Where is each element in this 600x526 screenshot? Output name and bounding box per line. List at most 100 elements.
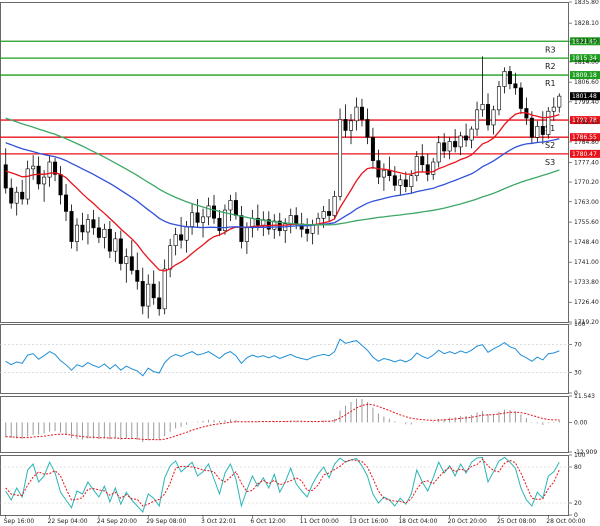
candle-body <box>354 106 359 122</box>
candle-body <box>387 169 392 177</box>
candle-body <box>42 176 47 185</box>
level-value-r1: 1809.18 <box>572 72 597 79</box>
rsi-frame <box>0 324 569 394</box>
candle-body <box>294 215 299 225</box>
trading-chart: R31821.49R21815.34R11809.18S11792.78S217… <box>0 0 600 525</box>
candle-body <box>25 168 30 200</box>
candle-body <box>453 141 458 148</box>
time-axis: Sep 16:00 22 Sep 04:00 24 Sep 20:00 29 Sep … <box>4 515 586 525</box>
pivot-levels: R31821.49R21815.34R11809.18S11792.78S217… <box>0 37 600 167</box>
price-tick-label: 1770.20 <box>574 179 599 186</box>
candle-body <box>458 135 463 148</box>
level-name-r1: R1 <box>545 79 556 88</box>
price-tick-label: 1763.00 <box>574 199 599 206</box>
candle-body <box>135 270 140 282</box>
stochastic-tick-label: 80 <box>574 464 582 471</box>
candle-body <box>507 71 512 85</box>
candle-body <box>80 224 85 233</box>
time-tick-label: 28 Oct 00:00 <box>546 518 585 525</box>
candle-body <box>502 71 507 87</box>
price-tick-label: 1755.60 <box>574 219 599 226</box>
level-name-s3: S3 <box>545 158 555 167</box>
candle-body <box>425 164 430 175</box>
candle-body <box>349 120 354 131</box>
main-panel: R31821.49R21815.34R11809.18S11792.78S217… <box>0 0 600 326</box>
candle-body <box>551 106 556 112</box>
main-frame <box>0 2 569 323</box>
candle-body <box>36 165 41 185</box>
time-tick-label: 6 Oct 12:00 <box>250 518 285 525</box>
price-tick-label: 1726.40 <box>574 299 599 306</box>
level-name-s2: S2 <box>545 141 555 150</box>
time-tick-label: 25 Oct 08:00 <box>497 518 536 525</box>
candle-body <box>436 142 441 163</box>
candle-body <box>431 161 436 175</box>
candle-body <box>217 217 222 231</box>
moving-averages <box>5 111 560 272</box>
rsi-tick-label: 70 <box>574 342 582 349</box>
candle-body <box>69 211 74 242</box>
price-tick-label: 1784.80 <box>574 139 599 146</box>
candle-body <box>58 174 63 196</box>
candle-body <box>332 196 337 216</box>
candle-body <box>102 228 107 238</box>
candle-body <box>206 205 211 218</box>
candle-body <box>513 83 518 89</box>
hist-frame <box>0 396 569 453</box>
candle-body <box>85 219 90 233</box>
oscillator-tick-label: 0.00 <box>574 419 588 426</box>
candle-body <box>496 86 501 111</box>
time-tick-label: 24 Sep 20:00 <box>97 518 137 525</box>
candle-body <box>228 200 233 211</box>
candle-body <box>480 104 485 111</box>
candle-body <box>475 109 480 130</box>
panel-frames <box>0 2 569 516</box>
candle-body <box>47 161 52 178</box>
candle-body <box>201 216 206 223</box>
moving-average-2 <box>5 138 560 229</box>
level-name-r2: R2 <box>545 62 556 71</box>
candle-body <box>409 175 414 187</box>
candle-body <box>239 215 244 242</box>
candle-body <box>338 119 343 197</box>
time-tick-label: 29 Sep 08:00 <box>146 518 186 525</box>
candle-body <box>129 256 134 271</box>
moving-average-1 <box>5 111 560 272</box>
price-tick-label: 1777.40 <box>574 159 599 166</box>
candle-body <box>140 281 145 307</box>
candle-body <box>9 187 14 204</box>
time-tick-label: 22 Sep 04:00 <box>48 518 88 525</box>
level-name-r3: R3 <box>545 45 556 54</box>
candle-body <box>173 234 178 247</box>
price-axis: 1835.801828.101821.501814.001806.601799.… <box>569 0 600 326</box>
price-tick-label: 1814.00 <box>574 59 599 66</box>
candle-body <box>370 137 375 161</box>
last-price-value: 1801.48 <box>572 93 597 100</box>
price-tick-label: 1835.80 <box>574 0 599 6</box>
rsi-tick-label: 30 <box>574 369 582 376</box>
candle-body <box>327 211 332 216</box>
candle-body <box>179 234 184 241</box>
oscillator-panel: 11.5430.00-12.909 <box>5 393 597 456</box>
signal-line <box>5 403 560 441</box>
candle-body <box>546 110 551 135</box>
candle-body <box>381 169 386 178</box>
candle-body <box>392 175 397 186</box>
candle-body <box>168 245 173 270</box>
candlestick-series <box>3 56 562 319</box>
candle-body <box>20 191 25 200</box>
candle-body <box>557 95 562 108</box>
price-tick-label: 1741.00 <box>574 259 599 266</box>
candle-body <box>118 238 123 264</box>
candle-body <box>310 224 315 234</box>
time-tick-label: 20 Oct 20:00 <box>448 518 487 525</box>
candle-body <box>442 142 447 152</box>
candle-body <box>447 141 452 152</box>
time-tick-label: 18 Oct 04:00 <box>398 518 437 525</box>
stochastic-k-line <box>5 456 560 513</box>
price-tick-label: 1828.10 <box>574 20 599 27</box>
price-tick-label: 1806.60 <box>574 79 599 86</box>
stochastic-tick-label: 20 <box>574 500 582 507</box>
candle-body <box>305 228 310 234</box>
candle-body <box>233 200 238 216</box>
